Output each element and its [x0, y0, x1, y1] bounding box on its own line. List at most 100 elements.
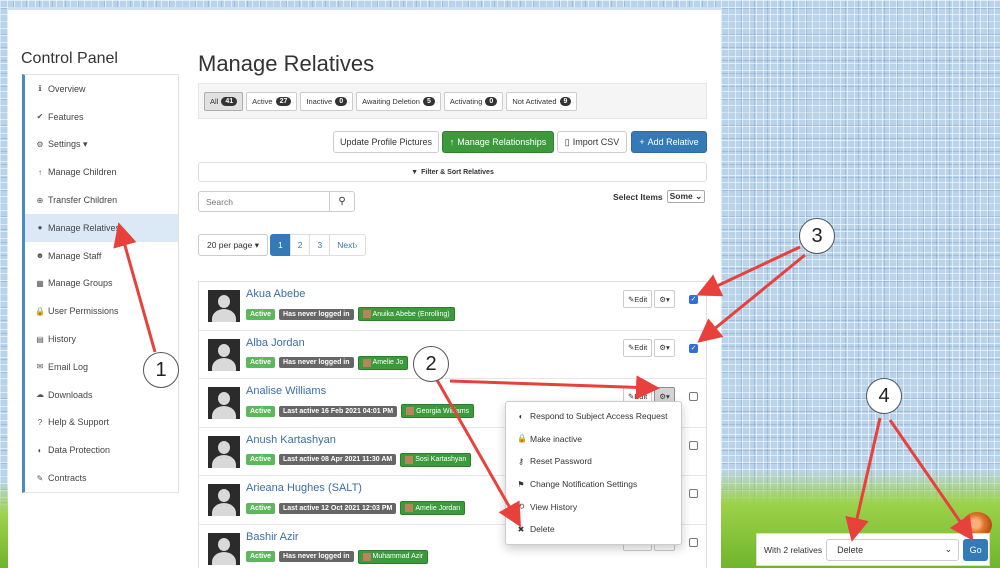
sidebar-item-contracts[interactable]: ✎ Contracts [25, 464, 178, 492]
search-input[interactable] [199, 192, 329, 211]
sidebar-item-manage-groups[interactable]: ▦ Manage Groups [25, 270, 178, 298]
callout-4: 4 [866, 378, 902, 414]
select-items: Select Items Some ⌄ [613, 190, 706, 203]
status-badge: Active [246, 405, 276, 417]
per-page-dropdown[interactable]: 20 per page ▾ [198, 234, 268, 256]
menu-item-label: Change Notification Settings [530, 479, 638, 490]
menu-item-respond-to-subject-access-request[interactable]: ◐ Respond to Subject Access Request [506, 405, 681, 428]
child-badge[interactable]: Amelie Jo [357, 355, 409, 370]
relative-name-link[interactable]: Akua Abebe [246, 288, 305, 300]
sidebar-item-icon: 🔒 [35, 306, 45, 316]
relative-name-link[interactable]: Bashir Azir [246, 531, 299, 543]
filter-sort-toggle[interactable]: ▼ Filter & Sort Relatives [198, 162, 707, 182]
relative-name-link[interactable]: Anush Kartashyan [246, 434, 336, 446]
filter-sort-label: Filter & Sort Relatives [421, 168, 494, 176]
row-actions-dropdown: ◐ Respond to Subject Access Request 🔒 Make … [505, 401, 682, 545]
sidebar-item-user-permissions[interactable]: 🔒 User Permissions [25, 297, 178, 325]
table-row: Akua Abebe Active Has never logged in Anuik… [199, 282, 706, 331]
sidebar-item-icon: ✉ [36, 362, 44, 372]
sidebar-item-label: Data Protection [48, 445, 111, 456]
menu-item-reset-password[interactable]: ⚷ Reset Password [506, 450, 681, 473]
menu-item-icon: ✖ [517, 524, 525, 534]
row-checkbox[interactable] [689, 489, 698, 498]
select-items-dropdown[interactable]: Some ⌄ [666, 190, 706, 203]
row-checkbox[interactable]: ✓ [689, 343, 698, 353]
row-actions-button[interactable]: ⚙▾ [654, 290, 675, 308]
sidebar-item-manage-relatives[interactable]: ● Manage Relatives [25, 213, 178, 242]
row-checkbox[interactable]: ✓ [689, 295, 698, 304]
count-badge: 0 [485, 96, 498, 106]
search-button[interactable]: ⚲ [329, 192, 354, 211]
child-avatar-icon [406, 407, 415, 415]
menu-item-view-history[interactable]: ⟲ View History [506, 495, 681, 518]
sidebar-item-icon: ↑ [38, 167, 42, 177]
child-badge[interactable]: Sosi Kartashyan [400, 452, 472, 467]
sidebar-item-settings[interactable]: ⚙ Settings ▾ [25, 131, 178, 159]
sidebar-item-data-protection[interactable]: ◐ Data Protection [25, 436, 178, 464]
status-badge: Active [246, 502, 276, 514]
filter-tab-inactive[interactable]: Inactive 0 [300, 91, 354, 111]
sidebar-item-label: Contracts [48, 473, 87, 484]
menu-item-make-inactive[interactable]: 🔒 Make inactive [506, 428, 681, 451]
edit-label: Edit [634, 294, 648, 304]
sidebar-item-features[interactable]: ✔ Features [25, 103, 178, 131]
search-box: ⚲ [198, 191, 355, 212]
sidebar-item-manage-children[interactable]: ↑ Manage Children [25, 158, 178, 186]
edit-button[interactable]: ✎ Edit [623, 338, 653, 357]
relative-name-link[interactable]: Analise Williams [246, 385, 326, 397]
row-checkbox[interactable] [689, 392, 698, 401]
child-badge[interactable]: Muhammad Azir [357, 549, 429, 564]
filter-tab-active[interactable]: Active 27 [246, 91, 298, 111]
login-badge: Has never logged in [279, 551, 354, 562]
filter-tab-label: Awaiting Deletion [362, 96, 420, 106]
menu-item-label: Make inactive [530, 433, 582, 444]
sidebar-item-history[interactable]: ▤ History [25, 325, 178, 353]
filter-tab-activating[interactable]: Activating 0 [443, 91, 504, 111]
row-checkbox[interactable] [689, 440, 698, 450]
filter-tab-awaiting-deletion[interactable]: Awaiting Deletion 5 [356, 91, 441, 111]
sidebar: ℹ Overview ✔ Features ⚙ Settings ▾ ↑ Manage Chi… [22, 74, 179, 493]
manage-relationships-button[interactable]: ↑ Manage Relationships [442, 131, 554, 153]
update-profile-pictures-button[interactable]: Update Profile Pictures [333, 131, 439, 153]
filter-tab-all[interactable]: All 41 [204, 91, 244, 111]
menu-item-delete[interactable]: ✖ Delete [506, 518, 681, 541]
child-badge[interactable]: Georgia Williams [401, 404, 475, 418]
menu-item-change-notification-settings[interactable]: ⚑ Change Notification Settings [506, 473, 681, 496]
sidebar-item-label: Transfer Children [48, 195, 118, 206]
menu-item-label: Respond to Subject Access Request [530, 411, 668, 422]
sidebar-item-overview[interactable]: ℹ Overview [25, 75, 178, 103]
page-link[interactable]: 2 [289, 234, 311, 256]
count-badge: 41 [221, 96, 238, 106]
row-checkbox[interactable] [689, 537, 698, 547]
child-badge[interactable]: Amelie Jordan [400, 501, 466, 515]
add-relative-button[interactable]: + Add Relative [631, 131, 707, 153]
menu-item-icon: ⚷ [518, 456, 524, 466]
sidebar-item-icon: ▤ [36, 334, 44, 344]
relative-name-link[interactable]: Arieana Hughes (SALT) [246, 482, 362, 494]
sidebar-item-icon: ✎ [36, 473, 44, 483]
sidebar-item-label: History [48, 334, 77, 345]
sidebar-item-label: Manage Children [48, 167, 117, 178]
page-link[interactable]: 3 [309, 234, 331, 256]
avatar [208, 532, 240, 565]
child-badge[interactable]: Anuika Abebe (Enrolling) [357, 307, 455, 321]
bulk-action-value: Delete [837, 544, 864, 555]
count-badge: 5 [422, 96, 435, 106]
manage-relationships-label: Manage Relationships [457, 137, 547, 147]
relative-name-link[interactable]: Alba Jordan [246, 337, 305, 349]
sidebar-item-manage-staff[interactable]: ☻ Manage Staff [25, 242, 178, 270]
relative-badges: Active Last active 16 Feb 2021 04:01 PM Ge… [246, 404, 475, 418]
sidebar-item-label: Settings ▾ [48, 138, 88, 149]
row-actions-button[interactable]: ⚙▾ [654, 338, 675, 357]
filter-tab-not-activated[interactable]: Not Activated 9 [506, 91, 578, 111]
next-page-link[interactable]: Next › [329, 234, 366, 256]
bulk-action-select[interactable]: Delete ⌄ [826, 538, 960, 561]
go-button[interactable]: Go [963, 538, 989, 561]
import-csv-button[interactable]: ▯ Import CSV [557, 131, 627, 153]
edit-button[interactable]: ✎ Edit [623, 290, 653, 308]
filter-tab-label: Active [252, 96, 273, 106]
file-icon: ▯ [564, 136, 570, 147]
page-link[interactable]: 1 [270, 234, 291, 256]
sidebar-item-transfer-children[interactable]: ⊕ Transfer Children [25, 186, 178, 214]
sidebar-item-help-support[interactable]: ? Help & Support [25, 409, 178, 437]
